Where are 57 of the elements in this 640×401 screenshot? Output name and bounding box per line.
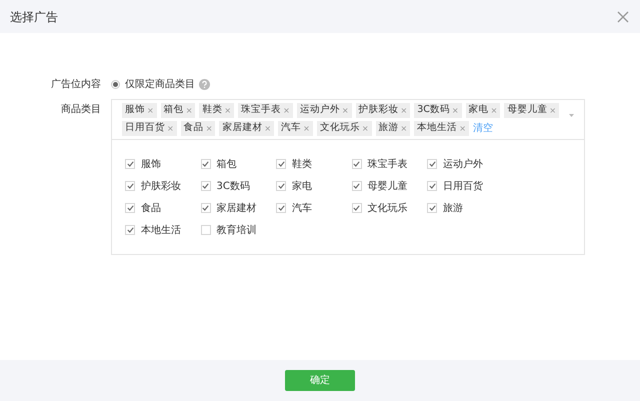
category-checkbox[interactable]: 护肤彩妆 bbox=[125, 178, 200, 194]
category-checkbox[interactable]: 汽车 bbox=[276, 200, 352, 216]
category-checkbox[interactable]: 食品 bbox=[125, 200, 200, 216]
category-checkbox[interactable]: 箱包 bbox=[200, 156, 276, 172]
radio-button[interactable] bbox=[111, 80, 120, 88]
checkbox[interactable] bbox=[125, 181, 135, 191]
checkbox[interactable] bbox=[125, 203, 135, 213]
category-tag: 日用百货 × bbox=[122, 121, 177, 136]
close-button[interactable] bbox=[616, 10, 630, 24]
checkbox[interactable] bbox=[276, 203, 286, 213]
category-checkbox[interactable]: 家电 bbox=[276, 178, 352, 194]
checkbox[interactable] bbox=[125, 159, 135, 169]
category-tag: 鞋类 × bbox=[199, 103, 234, 118]
category-checkbox[interactable]: 家居建材 bbox=[200, 200, 276, 216]
category-checkbox[interactable]: 珠宝手表 bbox=[352, 156, 427, 172]
category-tag: 护肤彩妆 × bbox=[356, 103, 410, 118]
checkbox[interactable] bbox=[352, 159, 362, 169]
checkbox[interactable] bbox=[125, 225, 135, 235]
checkbox[interactable] bbox=[352, 181, 362, 191]
checkbox[interactable] bbox=[427, 203, 437, 213]
field-label: 商品类目 bbox=[60, 102, 102, 117]
category-tag: 珠宝手表 × bbox=[238, 103, 293, 118]
category-tag: 家居建材 × bbox=[219, 121, 274, 136]
radio-option[interactable]: 仅限定商品类目 bbox=[111, 76, 195, 92]
category-tag: 本地生活 × bbox=[414, 121, 469, 136]
category-tag: 母婴儿童 × bbox=[504, 103, 560, 118]
category-checkbox[interactable]: 教育培训 bbox=[200, 222, 276, 238]
category-tag: 汽车 × bbox=[278, 121, 313, 136]
checkbox[interactable] bbox=[427, 159, 437, 169]
category-tag: 服饰 × bbox=[122, 103, 157, 118]
category-checkbox[interactable]: 鞋类 bbox=[276, 156, 352, 172]
category-checkbox[interactable]: 旅游 bbox=[427, 200, 502, 216]
checkbox[interactable] bbox=[200, 159, 210, 169]
checkbox[interactable] bbox=[200, 181, 210, 191]
category-tag: 运动户外 × bbox=[296, 103, 352, 118]
checkbox[interactable] bbox=[276, 181, 286, 191]
checkbox[interactable] bbox=[200, 203, 210, 213]
category-tag: 3C数码 × bbox=[414, 103, 462, 118]
category-tag: 箱包 × bbox=[160, 103, 196, 118]
category-checkbox[interactable]: 运动户外 bbox=[427, 156, 502, 172]
category-checkbox[interactable]: 文化玩乐 bbox=[352, 200, 427, 216]
checkbox[interactable] bbox=[276, 159, 286, 169]
category-checkbox[interactable]: 3C数码 bbox=[200, 178, 276, 194]
category-tag: 食品 × bbox=[180, 121, 216, 136]
checkbox[interactable] bbox=[352, 203, 362, 213]
dialog-title: 选择广告 bbox=[10, 8, 58, 26]
category-tag: 家电 × bbox=[466, 103, 500, 118]
close-icon bbox=[617, 10, 629, 22]
category-tag: 文化玩乐 × bbox=[316, 121, 372, 136]
field-label: 广告位内容 bbox=[50, 78, 102, 92]
category-checkbox[interactable]: 本地生活 bbox=[125, 222, 200, 238]
category-checkbox[interactable]: 母婴儿童 bbox=[352, 178, 427, 194]
category-tag: 旅游 × bbox=[376, 121, 410, 136]
checkbox[interactable] bbox=[427, 181, 437, 191]
category-checkbox[interactable]: 服饰 bbox=[125, 156, 200, 172]
checkbox[interactable] bbox=[200, 225, 210, 235]
category-checkbox[interactable]: 日用百货 bbox=[427, 178, 502, 194]
